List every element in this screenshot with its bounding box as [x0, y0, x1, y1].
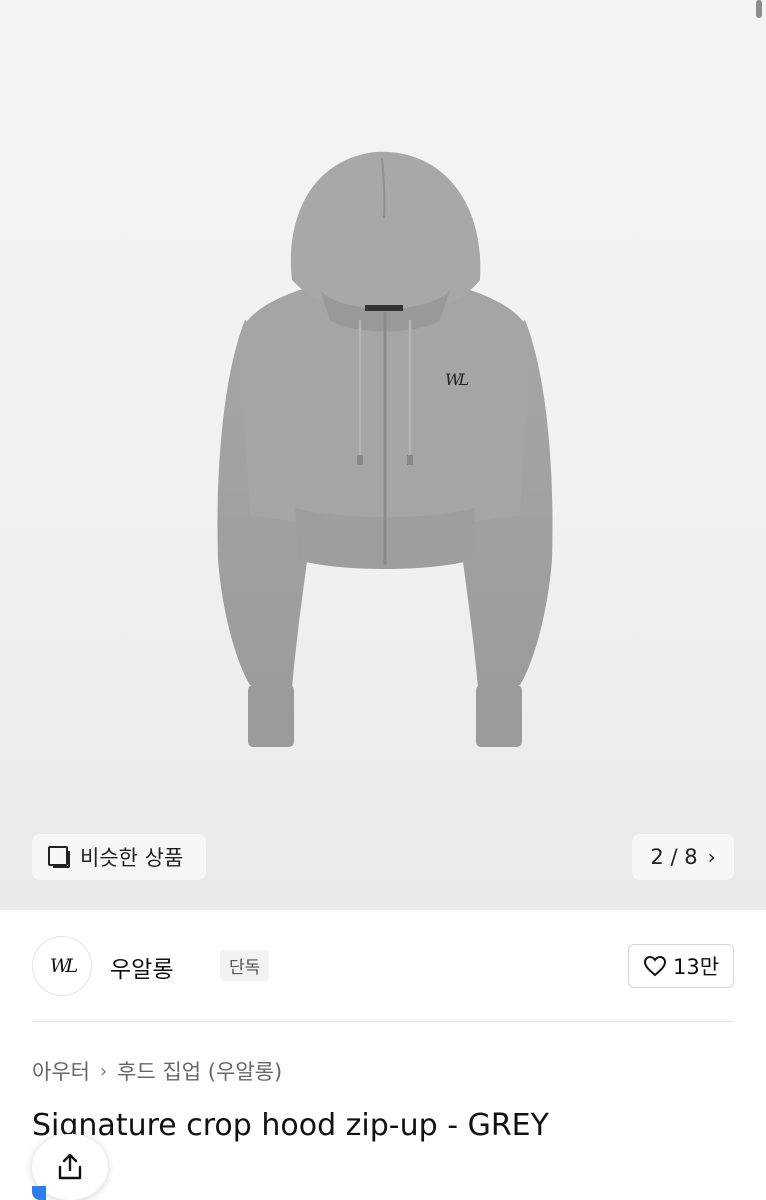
product-photo: WL [217, 151, 553, 747]
similar-products-label: 비슷한 상품 [80, 846, 184, 870]
brand-name[interactable]: 우알롱 [110, 950, 173, 984]
exclusive-badge: 단독 [220, 950, 270, 981]
chevron-right-icon: › [707, 845, 716, 869]
breadcrumb-item-subcategory[interactable]: 후드 집업 (우알롱) [117, 1056, 282, 1086]
accent-tab [32, 1186, 46, 1200]
similar-products-button[interactable]: 비슷한 상품 [32, 834, 206, 880]
brand-row: WL 우알롱 단독 13만 [32, 936, 734, 996]
product-title: Signature crop hood zip-up - GREY [32, 1108, 549, 1143]
like-button[interactable]: 13만 [628, 944, 734, 988]
image-pager-button[interactable]: 2 / 8 › [632, 834, 734, 880]
share-icon [58, 1153, 82, 1180]
breadcrumb: 아우터 › 후드 집업 (우알롱) [32, 1056, 282, 1086]
brand-logo[interactable]: WL [32, 936, 92, 996]
like-count: 13만 [672, 955, 720, 979]
breadcrumb-item-category[interactable]: 아우터 [32, 1056, 90, 1086]
scrollbar[interactable] [756, 0, 762, 18]
chevron-right-icon: › [99, 1060, 108, 1082]
divider [32, 1021, 734, 1022]
svg-text:WL: WL [445, 370, 468, 389]
stacked-squares-icon [48, 846, 70, 868]
heart-icon [643, 955, 666, 977]
page-indicator: 2 / 8 [650, 845, 698, 869]
product-image-gallery[interactable]: WL 비슷한 상품 2 / 8 › [0, 0, 766, 910]
